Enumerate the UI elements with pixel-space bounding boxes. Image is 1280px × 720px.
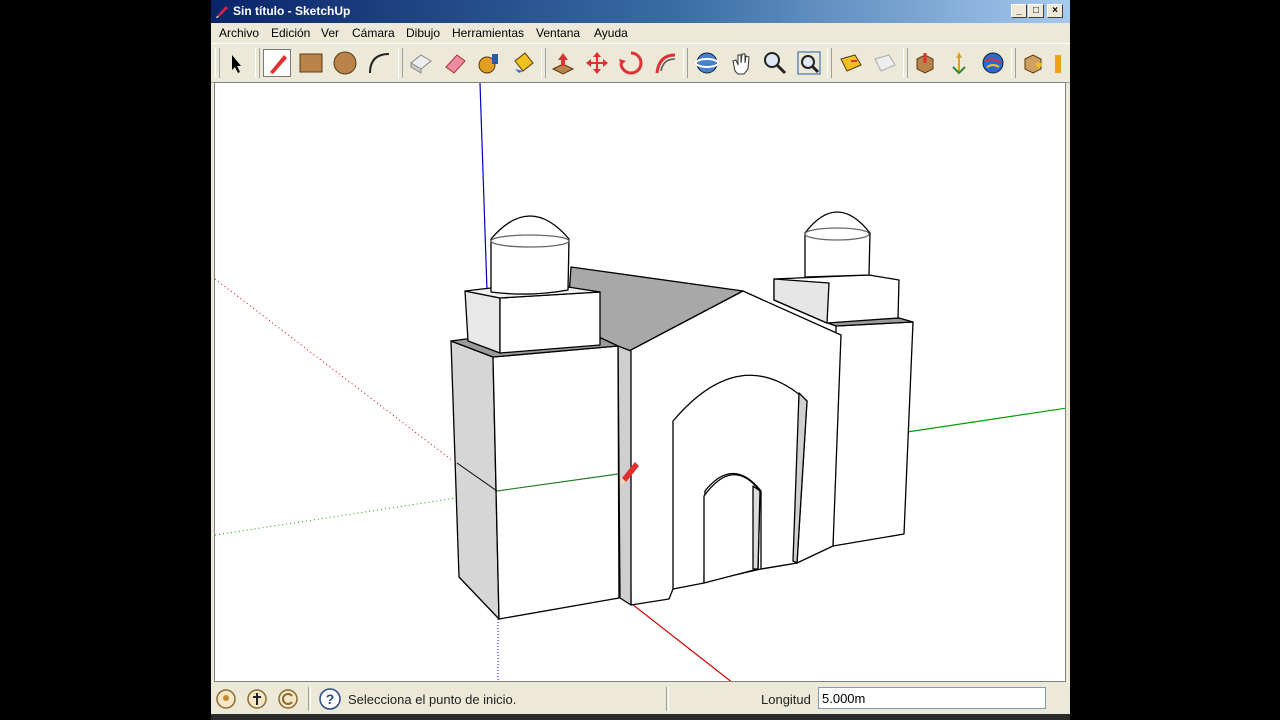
- red-axis-hidden: [215, 278, 454, 462]
- red-axis: [622, 596, 732, 681]
- right-dome: [804, 211, 871, 278]
- menu-archivo[interactable]: Archivo: [219, 26, 259, 40]
- menu-herramientas[interactable]: Herramientas: [452, 26, 524, 40]
- status-separator: [666, 687, 669, 711]
- measurements-input[interactable]: [818, 687, 1046, 709]
- toolbar-separator: [541, 48, 546, 78]
- sketchup-window: Sin título - SketchUp _ □ × Archivo Edic…: [211, 0, 1070, 720]
- title-bar[interactable]: Sin título - SketchUp _ □ ×: [211, 0, 1070, 23]
- menu-ayuda[interactable]: Ayuda: [594, 26, 628, 40]
- maximize-button[interactable]: □: [1028, 4, 1044, 18]
- zoom-tool-icon[interactable]: [761, 49, 789, 77]
- svg-text:?: ?: [326, 691, 335, 707]
- status-bar: ? Selecciona el punto de inicio. Longitu…: [211, 684, 1070, 714]
- user-icon[interactable]: [277, 688, 299, 710]
- small-door-side: [752, 485, 761, 570]
- blue-axis: [479, 83, 488, 292]
- push-pull-tool-icon[interactable]: [549, 49, 577, 77]
- green-axis: [906, 407, 1065, 433]
- menu-dibujo[interactable]: Dibujo: [406, 26, 440, 40]
- status-hint: Selecciona el punto de inicio.: [348, 692, 517, 707]
- toolbar-grip[interactable]: [215, 48, 220, 78]
- minimize-button[interactable]: _: [1011, 4, 1027, 18]
- main-toolbar: [211, 43, 1070, 83]
- get-models-icon[interactable]: [911, 49, 939, 77]
- drawing-viewport[interactable]: [214, 82, 1066, 682]
- geolocation-icon[interactable]: [215, 688, 237, 710]
- toolbar-separator: [903, 48, 908, 78]
- close-button[interactable]: ×: [1047, 4, 1063, 18]
- pan-tool-icon[interactable]: [727, 49, 755, 77]
- hide-icon[interactable]: [871, 49, 899, 77]
- menu-edicion[interactable]: Edición: [271, 26, 310, 40]
- menu-ver[interactable]: Ver: [321, 26, 339, 40]
- castle-model: [450, 211, 914, 620]
- green-axis-hidden: [215, 497, 457, 536]
- measurements-label: Longitud: [761, 692, 811, 707]
- toolbar-separator: [827, 48, 832, 78]
- left-cap-front: [499, 291, 601, 354]
- circle-tool-icon[interactable]: [331, 49, 359, 77]
- google-earth-icon[interactable]: [979, 49, 1007, 77]
- right-tower-front: [832, 321, 914, 547]
- arc-tool-icon[interactable]: [365, 49, 393, 77]
- walk-tool-icon[interactable]: [945, 49, 973, 77]
- window-title: Sin título - SketchUp: [233, 4, 351, 18]
- make-component-icon[interactable]: [407, 49, 435, 77]
- tape-measure-icon[interactable]: [475, 49, 503, 77]
- toolbar-separator: [683, 48, 688, 78]
- left-tower-side: [450, 340, 500, 620]
- sketchup-app-icon: [216, 6, 228, 18]
- menu-ventana[interactable]: Ventana: [536, 26, 580, 40]
- select-tool-icon[interactable]: [222, 49, 250, 77]
- toolbar-separator: [1011, 48, 1016, 78]
- pencil-line-tool-icon[interactable]: [263, 49, 291, 77]
- follow-me-tool-icon[interactable]: [651, 49, 679, 77]
- help-icon[interactable]: ?: [319, 688, 341, 710]
- toolbar-separator: [255, 48, 260, 78]
- status-separator: [308, 687, 311, 711]
- paint-bucket-icon[interactable]: [509, 49, 537, 77]
- section-plane-icon[interactable]: [837, 49, 865, 77]
- menu-camara[interactable]: Cámara: [352, 26, 395, 40]
- components-icon[interactable]: [1019, 49, 1047, 77]
- rotate-tool-icon[interactable]: [617, 49, 645, 77]
- bottom-edge: [211, 714, 1070, 720]
- orbit-tool-icon[interactable]: [693, 49, 721, 77]
- small-door: [703, 474, 761, 584]
- credits-icon[interactable]: [246, 688, 268, 710]
- move-tool-icon[interactable]: [583, 49, 611, 77]
- position-camera-icon[interactable]: [1051, 49, 1070, 77]
- model-canvas[interactable]: [215, 83, 1066, 682]
- zoom-extents-icon[interactable]: [795, 49, 823, 77]
- left-dome: [490, 215, 570, 295]
- menu-bar: Archivo Edición Ver Cámara Dibujo Herram…: [211, 23, 1070, 43]
- eraser-tool-icon[interactable]: [441, 49, 469, 77]
- toolbar-separator: [398, 48, 403, 78]
- rectangle-tool-icon[interactable]: [297, 49, 325, 77]
